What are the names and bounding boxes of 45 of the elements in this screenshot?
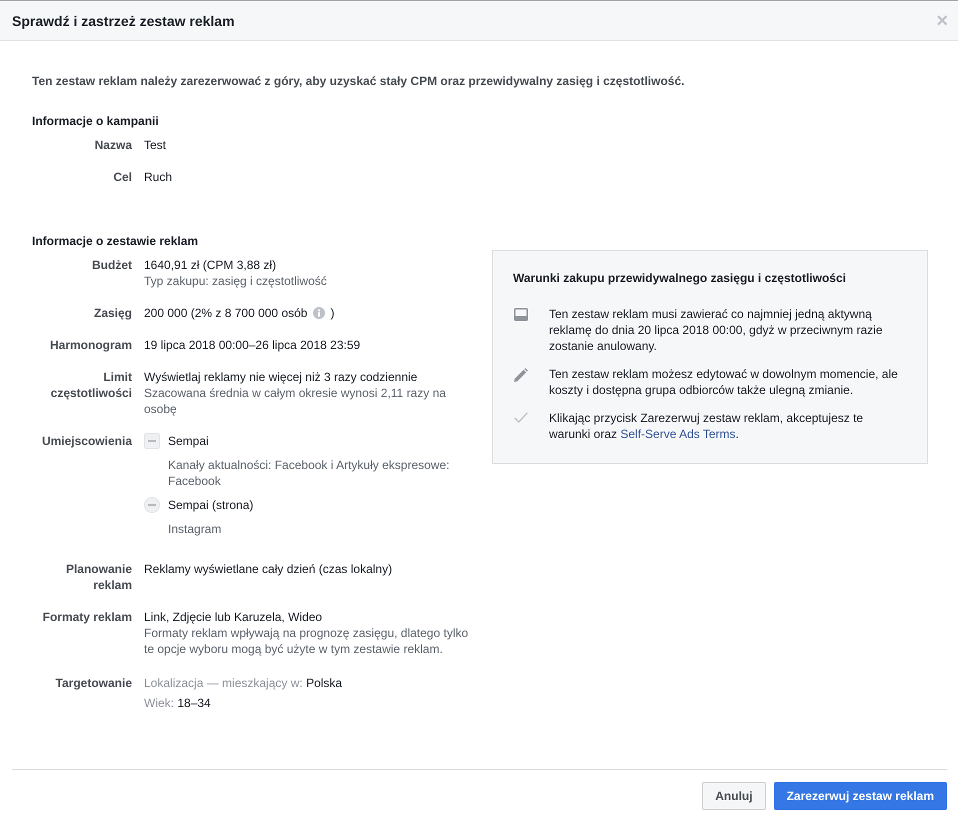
targeting-criterion: Lokalizacja — mieszkający w: Polska bbox=[144, 675, 344, 692]
section-heading: Informacje o zestawie reklam bbox=[32, 233, 200, 249]
page-logo-icon bbox=[144, 433, 160, 449]
field-label: Umiejscowienia bbox=[40, 433, 132, 450]
dialog-title: Sprawdź i zastrzeż zestaw reklam bbox=[12, 12, 235, 30]
layout-icon bbox=[514, 308, 528, 321]
cancel-button[interactable]: Anuluj bbox=[702, 782, 766, 810]
field-label: Limit częstotliwości bbox=[50, 369, 132, 402]
field-label: Formaty reklam bbox=[42, 609, 132, 626]
field-label: Planowanie reklam bbox=[64, 561, 132, 593]
terms-heading: Warunki zakupu przewidywalnego zasięgu i częstotliwości bbox=[513, 270, 847, 286]
reserve-button[interactable]: Zarezerwuj zestaw reklam bbox=[774, 782, 947, 810]
info-icon[interactable] bbox=[313, 307, 326, 319]
placement-channels: Instagram bbox=[167, 521, 222, 537]
field-value: Reklamy wyświetlane cały dzień (czas lokalny) bbox=[144, 561, 394, 577]
page-name: Sempai bbox=[168, 433, 209, 449]
terms-text: Klikając przycisk Zarezerwuj zestaw reklam, akceptujesz te warunki oraz Self-Serve Ads Terms. bbox=[549, 410, 864, 442]
reach-value-end: ) bbox=[330, 305, 334, 321]
field-note: Formaty reklam wpływają na prognozę zasięgu, dlatego tylko te opcje wyboru mogą być użyte w tym zestawie reklam. bbox=[144, 625, 470, 657]
field-label: Cel bbox=[112, 169, 132, 185]
page-logo-icon bbox=[144, 497, 160, 513]
terms-text: Ten zestaw reklam musi zawierać co najmniej jedną aktywną reklamę do dnia 20 lipca 2018 00:00, gdyż w przeciwnym razie zostanie anulowany. bbox=[549, 306, 884, 354]
field-label: Nazwa bbox=[94, 137, 132, 153]
field-value: Ruch bbox=[144, 169, 174, 185]
terms-link[interactable]: Self-Serve Ads Terms bbox=[620, 427, 736, 441]
placement-channels: Kanały aktualności: Facebook i Artykuły ekspresowe: Facebook bbox=[167, 457, 450, 489]
pencil-icon bbox=[514, 368, 528, 382]
terms-text: Ten zestaw reklam możesz edytować w dowolnym momencie, ale koszty i dostępna grupa odbiorców także ulegną zmianie. bbox=[549, 366, 899, 398]
field-value: Wyświetlaj reklamy nie więcej niż 3 razy codziennie bbox=[144, 369, 418, 385]
field-label: Zasięg bbox=[92, 305, 132, 321]
reach-value: 200 000 (2% z 8 700 000 osób bbox=[144, 305, 308, 321]
check-icon bbox=[514, 412, 528, 423]
field-note: Szacowana średnia w całym okresie wynosi 2,11 razy na osobę bbox=[144, 385, 447, 417]
field-note: Typ zakupu: zasięg i częstotliwość bbox=[144, 273, 328, 289]
field-value: Test bbox=[144, 137, 168, 153]
intro-text: Ten zestaw reklam należy zarezerwować z góry, aby uzyskać stały CPM oraz przewidywalny zasięg i częstotliwość. bbox=[32, 73, 686, 89]
field-value: 1640,91 zł (CPM 3,88 zł) bbox=[144, 257, 278, 273]
field-label: Budżet bbox=[91, 257, 132, 274]
field-label: Harmonogram bbox=[48, 337, 132, 353]
field-label: Targetowanie bbox=[54, 675, 132, 692]
section-heading: Informacje o kampanii bbox=[32, 113, 160, 129]
page-name: Sempai (strona) bbox=[168, 497, 254, 513]
field-value: 19 lipca 2018 00:00–26 lipca 2018 23:59 bbox=[144, 337, 362, 353]
field-value: Link, Zdjęcie lub Karuzela, Wideo bbox=[144, 609, 324, 625]
targeting-criterion: Wiek: 18–34 bbox=[144, 695, 212, 712]
